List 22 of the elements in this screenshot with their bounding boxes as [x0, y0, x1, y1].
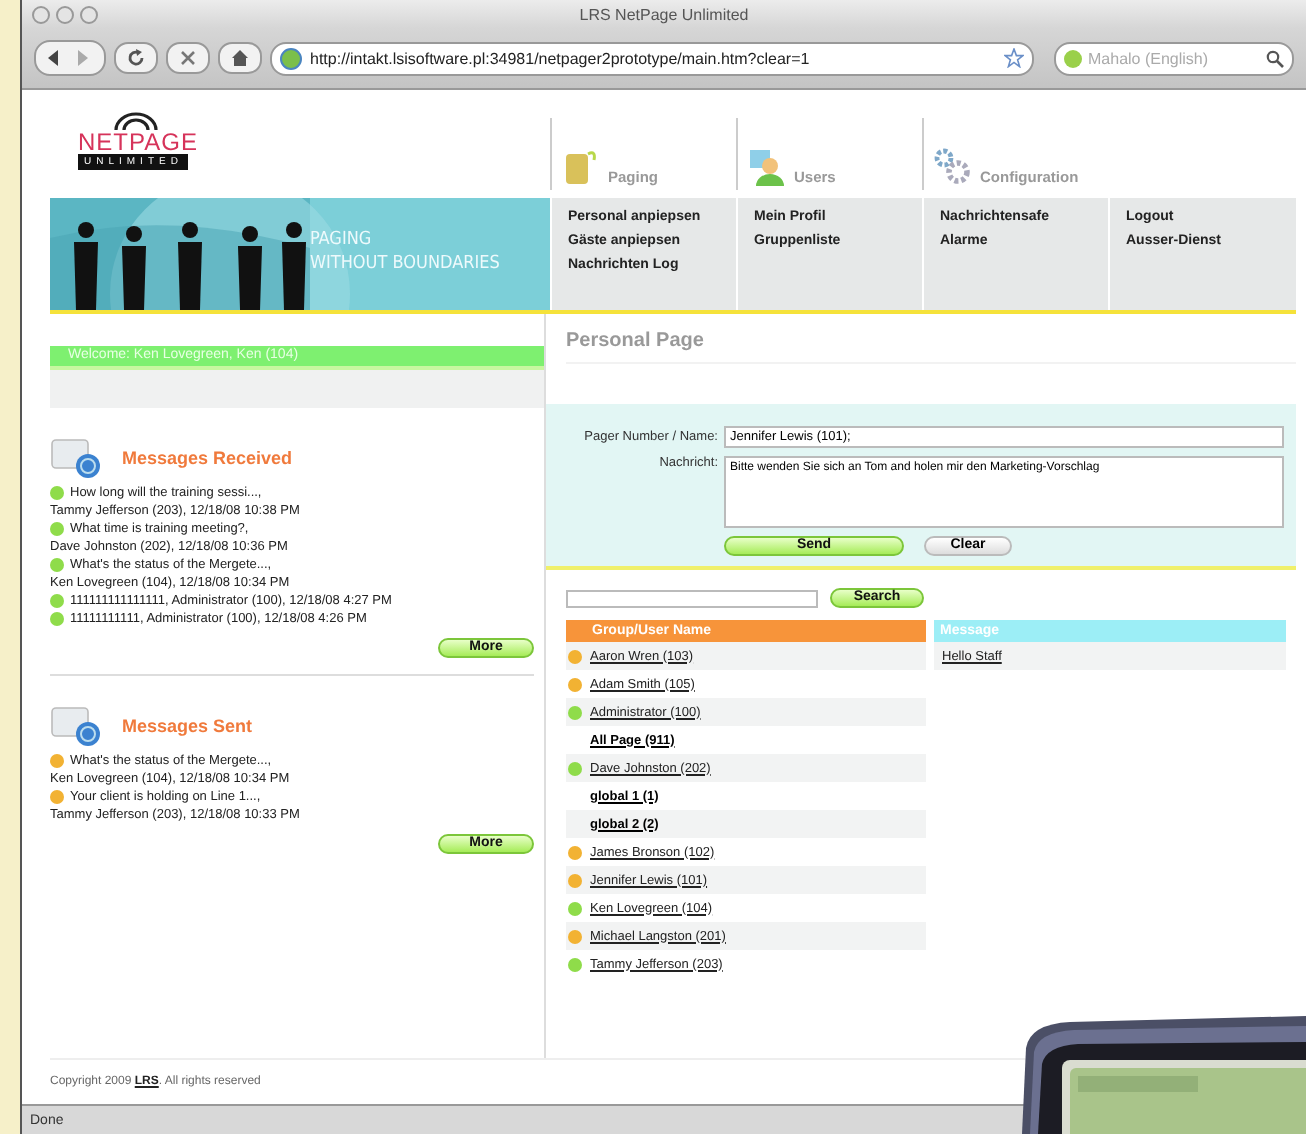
reload-icon[interactable] — [114, 42, 158, 74]
message-icon — [50, 436, 102, 480]
minimize-icon[interactable] — [56, 5, 74, 23]
window-title: LRS NetPage Unlimited — [579, 5, 749, 23]
zoom-icon[interactable] — [80, 5, 98, 23]
globe-icon — [280, 47, 302, 69]
gear-icon — [932, 146, 972, 186]
stop-icon[interactable] — [166, 42, 210, 74]
search-field[interactable] — [566, 589, 818, 607]
section-title: Messages Sent — [122, 716, 253, 736]
close-icon[interactable] — [32, 5, 50, 23]
message-icon — [50, 704, 102, 748]
section-title: Messages Received — [122, 448, 293, 468]
page-title: Personal Page — [566, 330, 1296, 364]
search-icon — [1266, 49, 1284, 67]
banner-tagline: PAGING WITHOUT BOUNDARIES — [310, 228, 500, 276]
users-icon — [746, 146, 786, 186]
address-field[interactable]: http://intakt.lsisoftware.pl:34981/netpager2prototype/main.htm?clear=1 — [270, 41, 1034, 75]
home-icon[interactable] — [218, 42, 262, 74]
star-icon[interactable] — [1004, 48, 1024, 68]
pager-icon — [560, 146, 600, 186]
back-forward-button[interactable] — [34, 40, 106, 76]
